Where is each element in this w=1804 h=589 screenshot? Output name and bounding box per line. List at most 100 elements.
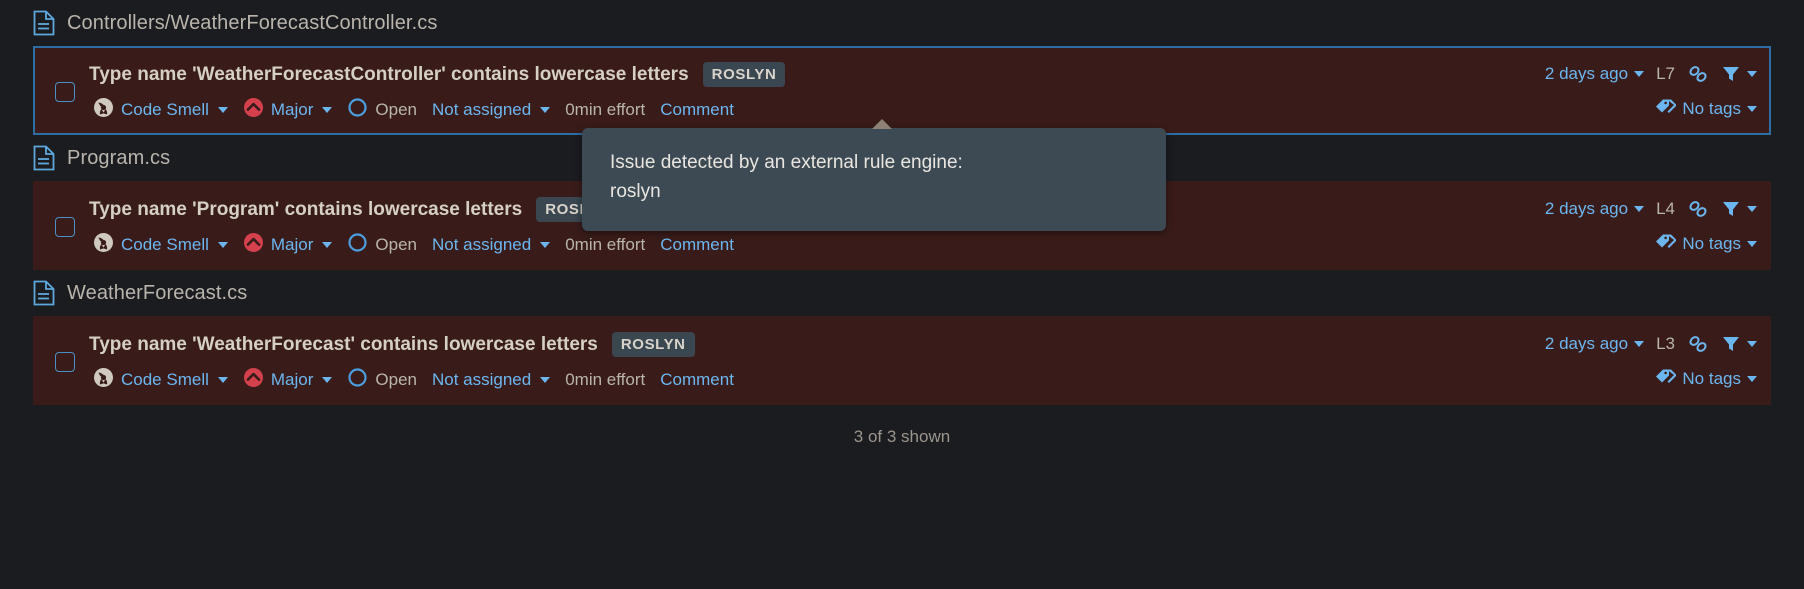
tag-icon (1654, 96, 1678, 121)
link-icon[interactable] (1687, 64, 1709, 84)
issue-type-selector[interactable]: Code Smell (89, 97, 232, 123)
issue-actions-bottom: No tags (1654, 231, 1757, 256)
issue-severity-selector[interactable]: Major (239, 367, 337, 393)
chevron-down-icon (1747, 375, 1757, 382)
issue-severity-selector[interactable]: Major (239, 232, 337, 258)
issue-title-row: Type name 'WeatherForecastController' co… (89, 62, 1527, 87)
issue-effort: 0min effort (565, 370, 646, 389)
issue-message[interactable]: Type name 'WeatherForecastController' co… (89, 64, 689, 86)
issue-meta-row: Code Smell Major Open Not assigned 0min … (89, 232, 1527, 258)
issue-actions-top: 2 days ago L7 (1545, 64, 1757, 84)
chevron-down-icon (217, 377, 228, 383)
chevron-down-icon (1634, 71, 1645, 77)
severity-major-icon (243, 367, 264, 393)
file-group: Controllers/WeatherForecastController.cs… (0, 0, 1804, 135)
file-icon (33, 145, 55, 171)
issue-assignee-label: Not assigned (431, 235, 532, 254)
filter-icon[interactable] (1721, 334, 1741, 354)
chevron-down-icon[interactable] (1747, 206, 1757, 212)
tooltip-line-1: Issue detected by an external rule engin… (610, 152, 963, 173)
issue-severity-label: Major (270, 370, 314, 389)
issue-meta-row: Code Smell Major Open Not assigned 0min … (89, 97, 1527, 123)
chevron-down-icon (1634, 206, 1645, 212)
issue-status-label: Open (375, 370, 417, 389)
issue-message[interactable]: Type name 'Program' contains lowercase l… (89, 199, 522, 221)
issue-message[interactable]: Type name 'WeatherForecast' contains low… (89, 334, 598, 356)
issue-updated-selector[interactable]: 2 days ago (1544, 199, 1645, 219)
chevron-down-icon (540, 107, 551, 113)
issue-actions-bottom: No tags (1654, 366, 1757, 391)
tag-icon (1654, 231, 1678, 256)
issue-severity-label: Major (270, 100, 314, 119)
issue-line-number: L4 (1656, 199, 1675, 218)
chevron-down-icon (1747, 105, 1757, 112)
issue-actions: 2 days ago L7 No tags (1545, 58, 1757, 121)
issue-assignee-selector[interactable]: Not assigned (428, 100, 554, 120)
issue-select-checkbox[interactable] (55, 82, 75, 102)
issue-updated-label: 2 days ago (1544, 334, 1629, 353)
issue-card[interactable]: Type name 'WeatherForecastController' co… (33, 46, 1771, 135)
chevron-down-icon[interactable] (1747, 71, 1757, 77)
chevron-down-icon (322, 377, 333, 383)
issue-updated-selector[interactable]: 2 days ago (1544, 334, 1645, 354)
issue-updated-selector[interactable]: 2 days ago (1545, 64, 1645, 84)
engine-badge[interactable]: ROSLYN (611, 332, 695, 357)
filter-icon[interactable] (1721, 199, 1741, 219)
issue-comment-button[interactable]: Comment (656, 235, 738, 255)
file-name: Controllers/WeatherForecastController.cs (67, 11, 438, 34)
issue-actions-top: 2 days ago L3 (1545, 334, 1757, 354)
issue-status-label: Open (375, 235, 417, 254)
issue-actions-bottom: No tags (1654, 96, 1757, 121)
chevron-down-icon (540, 377, 551, 383)
code-smell-icon (93, 232, 114, 258)
code-smell-icon (93, 367, 114, 393)
issue-line-number: L3 (1656, 334, 1675, 353)
severity-major-icon (243, 97, 264, 123)
link-icon[interactable] (1687, 334, 1709, 354)
issue-type-label: Code Smell (121, 235, 209, 254)
file-name: Program.cs (67, 146, 171, 169)
issue-comment-button[interactable]: Comment (656, 370, 738, 390)
issue-status: Open (343, 367, 421, 393)
issue-card[interactable]: Type name 'WeatherForecast' contains low… (33, 316, 1771, 405)
filter-icon[interactable] (1721, 64, 1741, 84)
issue-tags-selector[interactable]: No tags (1654, 366, 1757, 391)
issue-tags-selector[interactable]: No tags (1654, 96, 1757, 121)
file-header[interactable]: Controllers/WeatherForecastController.cs (0, 0, 1804, 46)
file-icon (33, 280, 55, 306)
status-open-icon (347, 232, 368, 258)
file-icon (33, 10, 55, 36)
issue-body: Type name 'WeatherForecastController' co… (89, 58, 1527, 123)
issue-assignee-selector[interactable]: Not assigned (428, 370, 554, 390)
issue-select-checkbox[interactable] (55, 217, 75, 237)
issue-updated-label: 2 days ago (1544, 199, 1629, 218)
issue-tags-label: No tags (1682, 98, 1741, 118)
issue-assignee-label: Not assigned (431, 100, 532, 119)
issue-type-label: Code Smell (121, 100, 209, 119)
issue-assignee-label: Not assigned (431, 370, 532, 389)
issue-actions: 2 days ago L3 No tags (1545, 328, 1757, 391)
status-open-icon (347, 97, 368, 123)
file-header[interactable]: WeatherForecast.cs (0, 270, 1804, 316)
issue-status-label: Open (375, 100, 417, 119)
link-icon[interactable] (1687, 199, 1709, 219)
chevron-down-icon (1634, 341, 1645, 347)
issue-type-selector[interactable]: Code Smell (89, 367, 232, 393)
chevron-down-icon (1747, 240, 1757, 247)
issue-comment-button[interactable]: Comment (656, 100, 738, 120)
chevron-down-icon[interactable] (1747, 341, 1757, 347)
chevron-down-icon (217, 242, 228, 248)
issue-actions: 2 days ago L4 No tags (1545, 193, 1757, 256)
file-group: WeatherForecast.cs Type name 'WeatherFor… (0, 270, 1804, 405)
engine-badge[interactable]: ROSLYN (702, 62, 786, 87)
issue-line-number: L7 (1656, 64, 1675, 83)
code-smell-icon (93, 97, 114, 123)
issue-meta-row: Code Smell Major Open Not assigned 0min … (89, 367, 1527, 393)
severity-major-icon (243, 232, 264, 258)
issue-type-selector[interactable]: Code Smell (89, 232, 232, 258)
issue-tags-selector[interactable]: No tags (1654, 231, 1757, 256)
issue-tags-label: No tags (1682, 368, 1741, 388)
issue-assignee-selector[interactable]: Not assigned (428, 235, 554, 255)
issue-select-checkbox[interactable] (55, 352, 75, 372)
issue-severity-selector[interactable]: Major (239, 97, 337, 123)
